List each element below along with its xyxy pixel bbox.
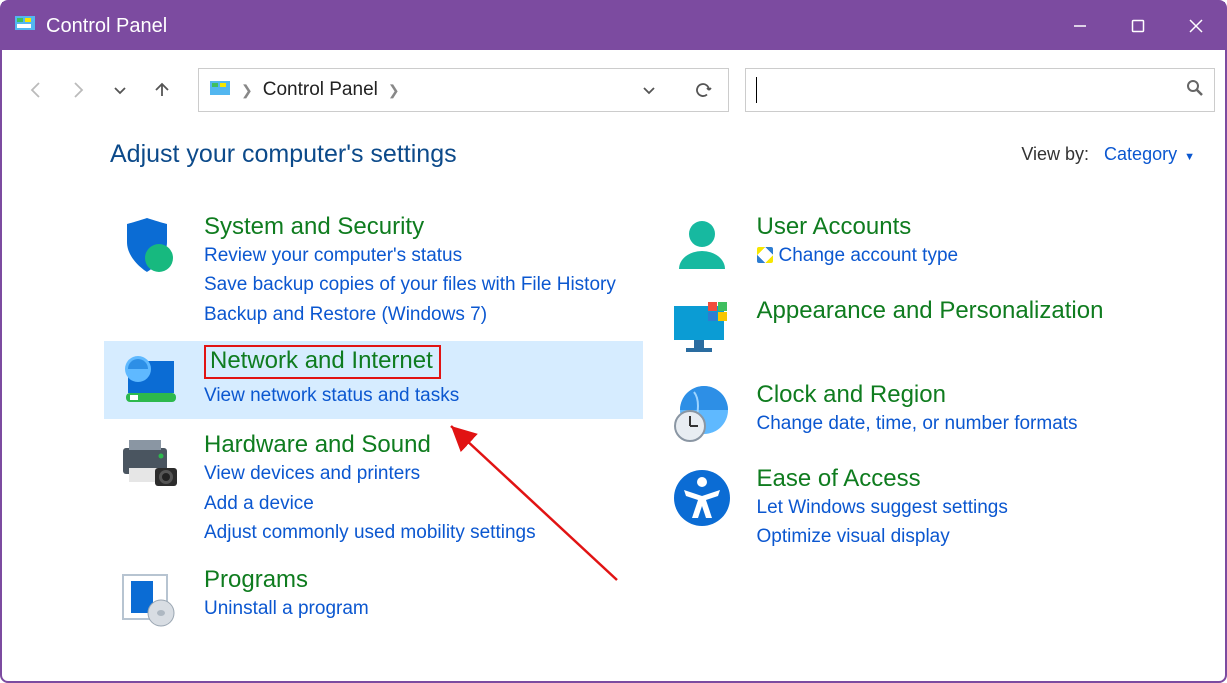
category-user-accounts: User Accounts Change account type <box>663 207 1196 285</box>
category-title[interactable]: Appearance and Personalization <box>757 297 1104 324</box>
category-network-internet: Network and Internet View network status… <box>104 341 643 419</box>
printer-icon <box>116 431 182 497</box>
up-button[interactable] <box>142 70 182 110</box>
user-icon <box>669 213 735 279</box>
category-system-security: System and Security Review your computer… <box>110 207 643 335</box>
category-title[interactable]: System and Security <box>204 213 424 240</box>
sublink[interactable]: View devices and printers <box>204 459 643 488</box>
view-by-label: View by: <box>1021 144 1089 164</box>
forward-button[interactable] <box>58 70 98 110</box>
category-title[interactable]: Network and Internet <box>204 345 441 379</box>
category-hardware-sound: Hardware and Sound View devices and prin… <box>110 425 643 553</box>
minimize-button[interactable] <box>1051 2 1109 50</box>
close-button[interactable] <box>1167 2 1225 50</box>
window-title: Control Panel <box>46 15 167 38</box>
sublink[interactable]: View network status and tasks <box>204 381 643 410</box>
shield-icon <box>116 213 182 279</box>
programs-icon <box>116 566 182 632</box>
address-dropdown[interactable] <box>634 82 664 98</box>
sublink[interactable]: Add a device <box>204 489 643 518</box>
category-clock-region: Clock and Region Change date, time, or n… <box>663 375 1196 453</box>
app-icon <box>14 15 36 37</box>
sublink[interactable]: Adjust commonly used mobility settings <box>204 518 643 547</box>
recent-dropdown[interactable] <box>100 70 140 110</box>
address-bar[interactable]: ❯ Control Panel ❯ <box>198 68 729 112</box>
back-button[interactable] <box>16 70 56 110</box>
category-programs: Programs Uninstall a program <box>110 560 643 638</box>
chevron-down-icon: ▼ <box>1184 151 1195 163</box>
right-column: User Accounts Change account type <box>663 207 1196 644</box>
breadcrumb-separator: ❯ <box>388 82 400 99</box>
category-title[interactable]: User Accounts <box>757 213 912 240</box>
network-icon <box>116 345 182 411</box>
sublink[interactable]: Change date, time, or number formats <box>757 409 1196 438</box>
sublink[interactable]: Review your computer's status <box>204 241 643 270</box>
clock-icon <box>669 381 735 447</box>
breadcrumb-separator: ❯ <box>241 82 253 99</box>
sublink[interactable]: Let Windows suggest settings <box>757 493 1196 522</box>
search-icon[interactable] <box>1186 79 1204 102</box>
sublink[interactable]: Uninstall a program <box>204 594 643 623</box>
category-appearance: Appearance and Personalization <box>663 291 1196 369</box>
category-ease-of-access: Ease of Access Let Windows suggest setti… <box>663 459 1196 558</box>
content-area: Adjust your computer's settings View by:… <box>2 130 1225 654</box>
category-title[interactable]: Clock and Region <box>757 381 946 408</box>
sublink[interactable]: Optimize visual display <box>757 522 1196 551</box>
maximize-button[interactable] <box>1109 2 1167 50</box>
category-title[interactable]: Programs <box>204 566 308 593</box>
category-title[interactable]: Hardware and Sound <box>204 431 431 458</box>
sublink[interactable]: Backup and Restore (Windows 7) <box>204 300 643 329</box>
sublink[interactable]: Change account type <box>757 241 1196 270</box>
toolbar: ❯ Control Panel ❯ <box>2 50 1225 130</box>
refresh-button[interactable] <box>688 81 718 99</box>
view-by[interactable]: View by: Category ▼ <box>1021 144 1195 165</box>
control-panel-icon <box>209 79 231 101</box>
accessibility-icon <box>669 465 735 531</box>
text-cursor <box>756 77 757 103</box>
sublink[interactable]: Save backup copies of your files with Fi… <box>204 270 643 299</box>
search-box[interactable] <box>745 68 1215 112</box>
view-by-value[interactable]: Category <box>1104 144 1177 164</box>
breadcrumb-text[interactable]: Control Panel <box>263 79 378 101</box>
monitor-icon <box>669 297 735 363</box>
titlebar: Control Panel <box>2 2 1225 50</box>
left-column: System and Security Review your computer… <box>110 207 643 644</box>
category-title[interactable]: Ease of Access <box>757 465 921 492</box>
page-heading: Adjust your computer's settings <box>110 140 457 169</box>
